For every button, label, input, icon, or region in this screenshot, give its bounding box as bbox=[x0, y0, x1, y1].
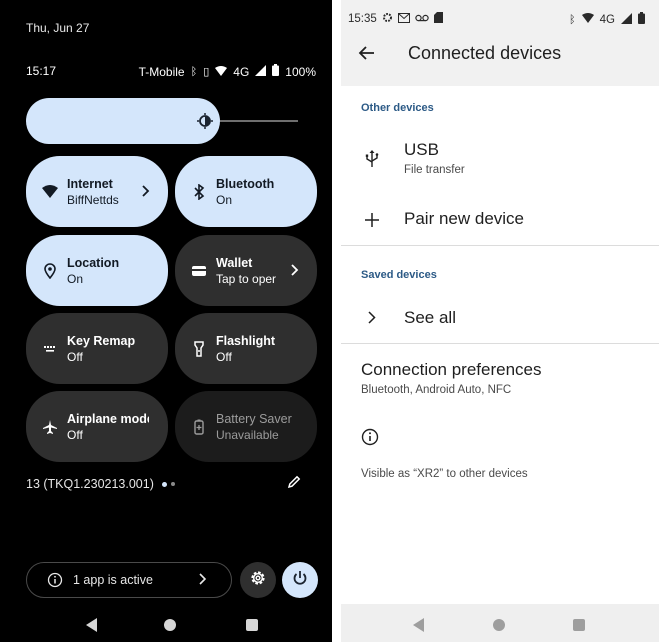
navigation-bar bbox=[0, 606, 332, 642]
edit-pencil-icon[interactable] bbox=[286, 474, 304, 492]
back-icon[interactable] bbox=[86, 618, 98, 637]
brightness-icon[interactable] bbox=[194, 110, 216, 132]
power-button[interactable] bbox=[282, 562, 318, 598]
tile-bluetooth[interactable]: Bluetooth On bbox=[175, 156, 317, 227]
recents-icon[interactable] bbox=[573, 619, 585, 631]
status-bar: 15:17 T-Mobile ᛒ ▯ 4G 100% bbox=[26, 64, 316, 80]
chevron-right-icon bbox=[199, 573, 213, 587]
tile-battery-saver[interactable]: Battery Saver Unavailable bbox=[175, 391, 317, 462]
page-indicator bbox=[161, 481, 175, 487]
tile-airplane-mode[interactable]: Airplane mode Off bbox=[26, 391, 168, 462]
wifi-icon bbox=[40, 182, 60, 202]
tile-location[interactable]: Location On bbox=[26, 235, 168, 306]
section-header-saved-devices: Saved devices bbox=[361, 269, 437, 281]
tile-wallet[interactable]: Wallet Tap to oper bbox=[175, 235, 317, 306]
back-icon[interactable] bbox=[413, 618, 425, 637]
carrier-label: T-Mobile bbox=[138, 64, 185, 79]
signal-icon bbox=[621, 12, 632, 27]
network-type: 4G bbox=[599, 13, 615, 26]
bluetooth-icon bbox=[189, 182, 209, 202]
mail-icon bbox=[397, 12, 410, 26]
battery-saver-icon bbox=[189, 417, 209, 437]
see-all-button[interactable]: See all bbox=[404, 308, 456, 328]
chevron-right-icon bbox=[363, 308, 381, 326]
battery-icon bbox=[272, 64, 280, 79]
plus-icon bbox=[363, 211, 381, 229]
settings-status-icon bbox=[382, 12, 393, 26]
tile-flashlight[interactable]: Flashlight Off bbox=[175, 313, 317, 384]
status-time: 15:35 bbox=[348, 13, 377, 25]
keyboard-icon bbox=[40, 339, 60, 359]
sd-card-icon bbox=[433, 12, 443, 26]
status-bar: 15:35 ᛒ 4G bbox=[348, 12, 651, 28]
usb-icon bbox=[363, 150, 381, 168]
flashlight-icon bbox=[189, 339, 209, 359]
bluetooth-status-icon: ᛒ bbox=[190, 65, 198, 78]
divider bbox=[341, 245, 659, 246]
battery-icon bbox=[638, 12, 645, 27]
location-icon bbox=[40, 261, 60, 281]
divider bbox=[341, 343, 659, 344]
status-time: 15:17 bbox=[26, 64, 57, 78]
connected-devices-screen: 15:35 ᛒ 4G Connected devices Other devic… bbox=[341, 0, 659, 642]
quick-settings-panel: Thu, Jun 27 15:17 T-Mobile ᛒ ▯ 4G 100% I… bbox=[0, 0, 332, 642]
usb-subtitle: File transfer bbox=[404, 164, 465, 176]
recents-icon[interactable] bbox=[246, 619, 258, 631]
chevron-right-icon bbox=[287, 262, 303, 278]
section-header-other-devices: Other devices bbox=[361, 102, 434, 114]
back-arrow-icon[interactable] bbox=[358, 44, 376, 62]
date-label: Thu, Jun 27 bbox=[26, 21, 90, 35]
battery-percent: 100% bbox=[285, 64, 316, 79]
brightness-slider[interactable] bbox=[26, 98, 298, 144]
chevron-right-icon bbox=[138, 183, 154, 199]
usb-title: USB bbox=[404, 140, 439, 159]
home-icon[interactable] bbox=[164, 619, 176, 631]
pair-new-device-button[interactable]: Pair new device bbox=[404, 209, 524, 229]
home-icon[interactable] bbox=[493, 619, 505, 631]
voicemail-icon bbox=[415, 13, 429, 25]
airplane-icon bbox=[40, 417, 60, 437]
visibility-note: Visible as “XR2” to other devices bbox=[361, 468, 528, 480]
network-type: 4G bbox=[233, 64, 250, 79]
connection-preferences-subtitle: Bluetooth, Android Auto, NFC bbox=[361, 384, 512, 396]
vibrate-icon: ▯ bbox=[203, 65, 210, 78]
connection-preferences-title: Connection preferences bbox=[361, 360, 542, 379]
wifi-status-icon bbox=[581, 13, 594, 26]
active-apps-label: 1 app is active bbox=[73, 573, 153, 587]
navigation-bar bbox=[341, 604, 659, 642]
info-icon bbox=[47, 572, 63, 588]
page-title: Connected devices bbox=[408, 43, 562, 63]
bluetooth-status-icon: ᛒ bbox=[569, 13, 576, 26]
power-icon bbox=[291, 569, 309, 592]
wallet-icon bbox=[189, 261, 209, 281]
gear-icon bbox=[249, 569, 267, 592]
tile-key-remap[interactable]: Key Remap Off bbox=[26, 313, 168, 384]
info-icon bbox=[361, 428, 379, 446]
tile-internet[interactable]: Internet BiffNettds bbox=[26, 156, 168, 227]
active-apps-button[interactable]: 1 app is active bbox=[26, 562, 232, 598]
settings-button[interactable] bbox=[240, 562, 276, 598]
wifi-status-icon bbox=[215, 65, 228, 79]
build-number[interactable]: 13 (TKQ1.230213.001) bbox=[26, 477, 175, 491]
signal-icon bbox=[255, 64, 267, 79]
